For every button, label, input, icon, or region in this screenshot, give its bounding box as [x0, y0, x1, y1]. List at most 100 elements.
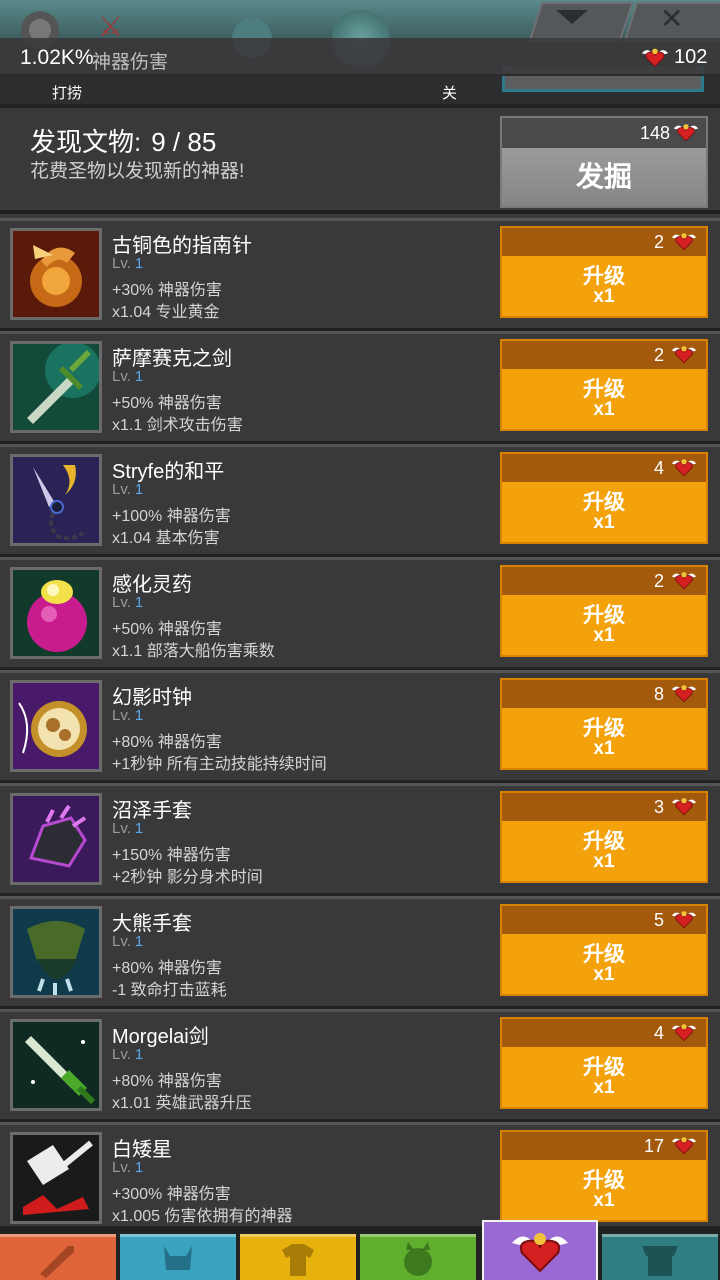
artifact-effect-primary: +150% 神器伤害	[112, 847, 231, 864]
discover-count: 9 / 85	[151, 127, 217, 157]
upgrade-button[interactable]: 17 升级 x1	[500, 1130, 708, 1222]
artifact-row: 古铜色的指南针 Lv. 1 +30% 神器伤害 x1.04 专业黄金 2 升级 x…	[0, 218, 720, 331]
upgrade-cost: 5	[653, 910, 664, 930]
artifact-level: Lv. 1	[112, 1046, 143, 1063]
upgrade-button[interactable]: 4 升级 x1	[500, 452, 708, 544]
artifact-level: Lv. 1	[112, 481, 143, 498]
relic-icon	[670, 456, 698, 478]
upgrade-button[interactable]: 5 升级 x1	[500, 904, 708, 996]
upgrade-cost: 17	[643, 1136, 664, 1156]
dig-button[interactable]: 148 发掘	[500, 116, 708, 208]
artifact-effect-primary: +300% 神器伤害	[112, 1186, 231, 1203]
relic-icon	[670, 1134, 698, 1156]
level-number: 1	[134, 1159, 144, 1176]
gauntlet-icon	[10, 793, 102, 885]
upgrade-cost-bar: 8	[502, 680, 706, 708]
close-icon[interactable]: ✕	[660, 2, 683, 35]
tab-sword-master[interactable]	[0, 1234, 116, 1280]
upgrade-multiplier: x1	[593, 1190, 615, 1211]
artifact-row: Morgelai剑 Lv. 1 +80% 神器伤害 x1.01 英雄武器升压 4 …	[0, 1009, 720, 1122]
artifact-name: 幻影时钟	[112, 687, 192, 709]
tab-heroes[interactable]	[120, 1234, 236, 1280]
upgrade-multiplier: x1	[593, 512, 615, 533]
upgrade-multiplier: x1	[593, 964, 615, 985]
upgrade-cost: 2	[653, 232, 664, 252]
level-label: Lv.	[112, 1159, 131, 1176]
artifact-level: Lv. 1	[112, 594, 143, 611]
artifact-effect-secondary: x1.01 英雄武器升压	[112, 1095, 252, 1112]
upgrade-multiplier: x1	[593, 399, 615, 420]
upgrade-cost: 4	[653, 458, 664, 478]
relic-icon	[670, 569, 698, 591]
upgrade-cost-bar: 4	[502, 1019, 706, 1047]
relic-icon	[672, 121, 700, 143]
artifact-level: Lv. 1	[112, 707, 143, 724]
level-number: 1	[134, 707, 144, 724]
salvage-label[interactable]: 打捞	[52, 82, 82, 103]
upgrade-button[interactable]: 2 升级 x1	[500, 226, 708, 318]
artifact-effect-secondary: x1.1 部落大船伤害乘数	[112, 643, 275, 660]
pet-tab-icon	[404, 1241, 432, 1276]
upgrade-multiplier: x1	[593, 738, 615, 759]
artifact-name: 萨摩赛克之剑	[112, 348, 232, 370]
artifact-effect-primary: +80% 神器伤害	[112, 960, 222, 977]
artifact-name: 大熊手套	[112, 913, 192, 935]
artifact-name: 白矮星	[112, 1139, 172, 1161]
level-number: 1	[134, 255, 144, 272]
artifact-effect-primary: +50% 神器伤害	[112, 395, 222, 412]
artifact-row: 白矮星 Lv. 1 +300% 神器伤害 x1.005 伤害依拥有的神器 17 升…	[0, 1122, 720, 1235]
tab-equipment[interactable]	[240, 1234, 356, 1280]
dig-button-label: 发掘	[502, 148, 706, 206]
upgrade-cost: 3	[653, 797, 664, 817]
artifact-level: Lv. 1	[112, 933, 143, 950]
dig-cost-bar: 148	[502, 118, 706, 148]
upgrade-cost-bar: 4	[502, 454, 706, 482]
compass-icon	[10, 228, 102, 320]
tab-shop[interactable]	[602, 1234, 718, 1280]
level-number: 1	[134, 1046, 144, 1063]
upgrade-button[interactable]: 2 升级 x1	[500, 565, 708, 657]
relic-icon	[640, 45, 670, 69]
pocket-watch-icon	[10, 680, 102, 772]
tab-artifacts[interactable]	[482, 1220, 598, 1280]
level-label: Lv.	[112, 481, 131, 498]
green-sword-icon	[10, 1019, 102, 1111]
level-label: Lv.	[112, 933, 131, 950]
artifact-effect-primary: +100% 神器伤害	[112, 508, 231, 525]
artifact-effect-secondary: +1秒钟 所有主动技能持续时间	[112, 756, 327, 773]
upgrade-cost: 8	[653, 684, 664, 704]
level-label: Lv.	[112, 707, 131, 724]
artifact-level: Lv. 1	[112, 255, 143, 272]
level-number: 1	[134, 594, 144, 611]
upgrade-button[interactable]: 4 升级 x1	[500, 1017, 708, 1109]
chevron-down-icon[interactable]	[556, 10, 588, 24]
artifact-heart-tab-icon	[508, 1225, 572, 1277]
relic-icon	[670, 230, 698, 252]
artifact-damage-value: 1.02K%	[20, 46, 94, 69]
relic-icon	[670, 1021, 698, 1043]
artifact-status-bar: 1.02K% 神器伤害 102	[0, 38, 720, 76]
bottom-nav	[0, 1220, 720, 1280]
level-number: 1	[134, 481, 144, 498]
upgrade-multiplier: x1	[593, 625, 615, 646]
potion-icon	[10, 567, 102, 659]
discover-artifact-panel: 发现文物: 9 / 85 花费圣物以发现新的神器! 148 发掘	[0, 104, 720, 214]
artifact-row: 萨摩赛克之剑 Lv. 1 +50% 神器伤害 x1.1 剑术攻击伤害 2 升级 x…	[0, 331, 720, 444]
artifact-name: Morgelai剑	[112, 1026, 209, 1048]
tab-pets[interactable]	[360, 1234, 476, 1280]
shop-tab-icon	[642, 1245, 678, 1276]
artifact-name: 感化灵药	[112, 574, 192, 596]
sword-icon	[10, 341, 102, 433]
artifact-name: Stryfe的和平	[112, 461, 225, 483]
relic-icon	[670, 343, 698, 365]
upgrade-multiplier: x1	[593, 286, 615, 307]
artifact-level: Lv. 1	[112, 820, 143, 837]
upgrade-button[interactable]: 3 升级 x1	[500, 791, 708, 883]
artifact-row: 大熊手套 Lv. 1 +80% 神器伤害 -1 致命打击蓝耗 5 升级 x1	[0, 896, 720, 1009]
artifact-effect-secondary: x1.005 伤害依拥有的神器	[112, 1208, 293, 1225]
upgrade-button[interactable]: 8 升级 x1	[500, 678, 708, 770]
artifact-level: Lv. 1	[112, 368, 143, 385]
upgrade-button[interactable]: 2 升级 x1	[500, 339, 708, 431]
upgrade-cost-bar: 3	[502, 793, 706, 821]
artifact-effect-primary: +80% 神器伤害	[112, 734, 222, 751]
